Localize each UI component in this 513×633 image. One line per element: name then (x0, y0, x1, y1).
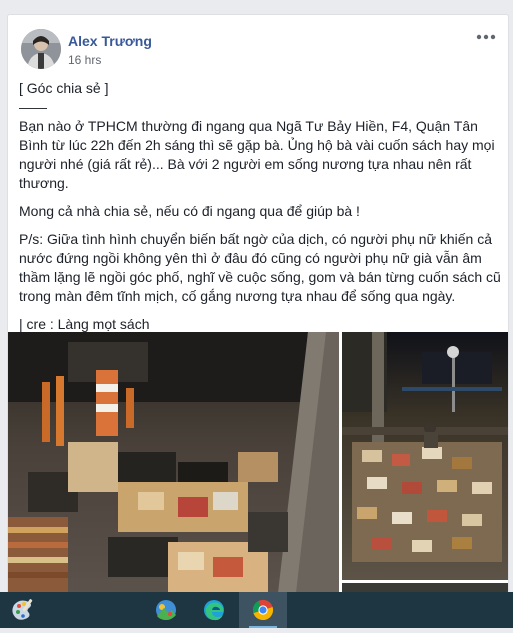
author-name[interactable]: Alex Trương (68, 33, 152, 49)
post-paragraph: P/s: Giữa tình hình chuyển biến bất ngờ … (19, 231, 501, 304)
post-photos (8, 332, 508, 593)
facebook-post: Alex Trương 16 hrs [ Góc chia sẻ ] —— Bạ… (7, 14, 509, 594)
photo-books-on-street[interactable] (8, 332, 339, 593)
post-paragraph: Mong cả nhà chia sẻ, nếu có đi ngang qua… (19, 203, 360, 219)
post-content: [ Góc chia sẻ ] —— Bạn nào ở TPHCM thườn… (19, 79, 501, 334)
chrome-browser-icon[interactable] (239, 592, 287, 628)
edge-browser-icon[interactable] (190, 592, 238, 628)
windows-taskbar (0, 592, 513, 628)
photo-books-at-intersection[interactable] (342, 332, 508, 580)
avatar[interactable] (21, 29, 61, 69)
post-header: Alex Trương 16 hrs (8, 15, 508, 75)
more-options-icon[interactable] (474, 29, 498, 45)
post-divider-text: —— (19, 99, 47, 115)
photos-app-icon[interactable] (142, 592, 190, 628)
post-paragraph: [ Góc chia sẻ ] (19, 80, 109, 96)
post-paragraph: Bạn nào ở TPHCM thường đi ngang qua Ngã … (19, 118, 495, 191)
paint-palette-icon[interactable] (0, 592, 48, 628)
post-timestamp[interactable]: 16 hrs (68, 53, 101, 67)
